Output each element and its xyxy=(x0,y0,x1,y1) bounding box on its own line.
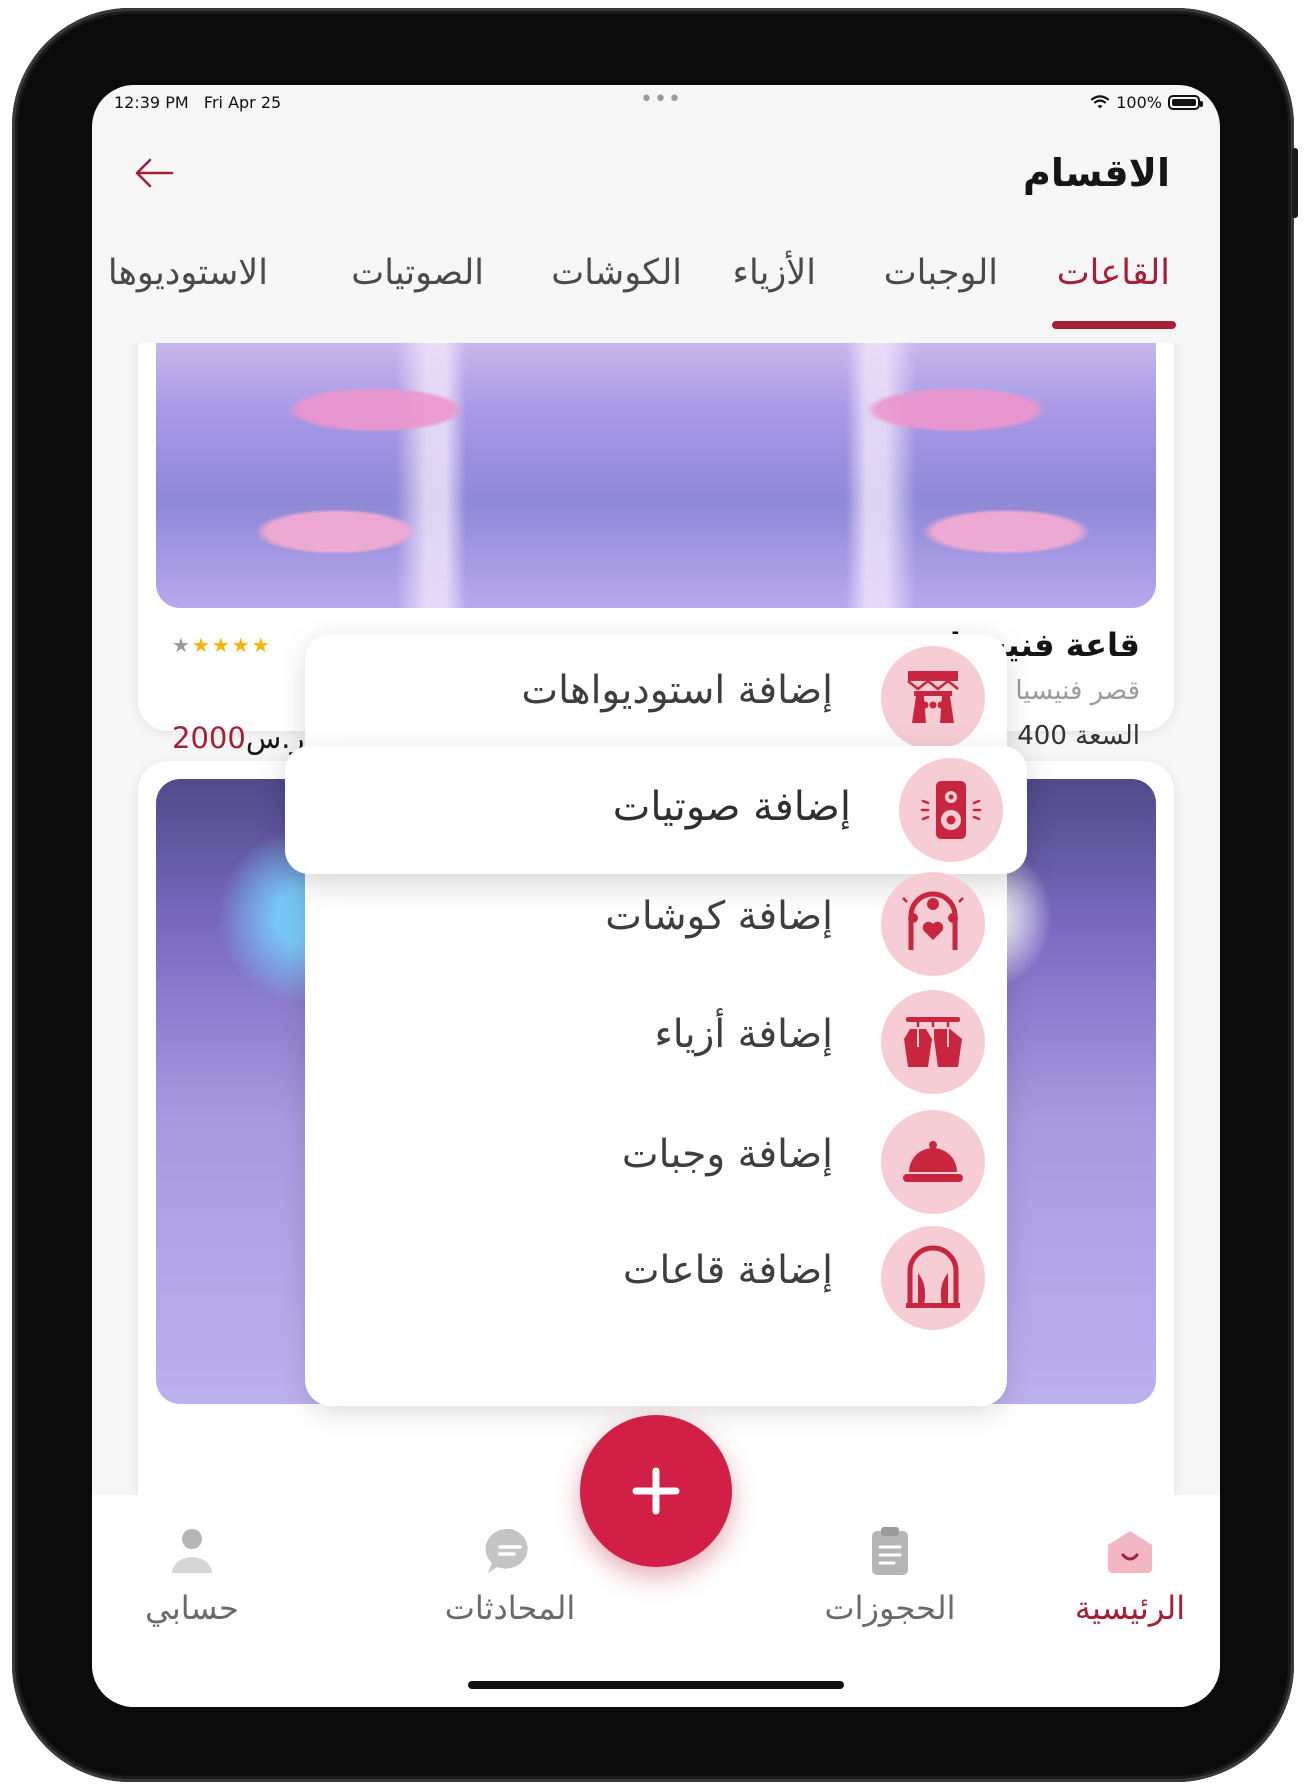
battery-percent: 100% xyxy=(1116,93,1162,112)
clipboard-icon xyxy=(872,1527,908,1575)
menu-item-add-sounds[interactable]: إضافة صوتيات xyxy=(285,746,1027,874)
speaker-icon xyxy=(899,758,1003,862)
kosha-icon xyxy=(881,872,985,976)
back-arrow-icon[interactable] xyxy=(132,153,176,193)
menu-item-label: إضافة كوشات xyxy=(605,894,833,939)
clothes-icon xyxy=(881,990,985,1094)
user-icon xyxy=(172,1529,212,1573)
home-icon xyxy=(1108,1531,1152,1573)
app-screen: 12:39 PM Fri Apr 25 ••• 100% الاقسام الق… xyxy=(92,85,1220,1707)
nav-bookings[interactable]: الحجوزات xyxy=(800,1523,980,1627)
tab-fashion[interactable]: الأزياء xyxy=(733,253,816,293)
tab-studios[interactable]: الاستوديوها xyxy=(108,253,268,293)
menu-item-add-fashion[interactable]: إضافة أزياء xyxy=(305,984,1007,1094)
tab-halls[interactable]: القاعات xyxy=(1057,253,1170,293)
hall-price: ر.س2000 xyxy=(172,721,305,755)
status-time: 12:39 PM Fri Apr 25 xyxy=(114,93,282,112)
studio-icon xyxy=(881,646,985,750)
menu-item-label: إضافة قاعات xyxy=(622,1248,833,1293)
nav-home[interactable]: الرئيسية xyxy=(1040,1523,1220,1627)
category-tabs: القاعات الوجبات الأزياء الكوشات الصوتيات… xyxy=(92,233,1220,333)
food-tray-icon xyxy=(881,1110,985,1214)
page-title: الاقسام xyxy=(1023,151,1170,195)
status-bar: 12:39 PM Fri Apr 25 ••• 100% xyxy=(92,85,1220,135)
header: الاقسام xyxy=(92,135,1220,215)
nav-chats[interactable]: المحادثات xyxy=(420,1523,600,1627)
multitask-dots[interactable]: ••• xyxy=(640,87,682,112)
tab-sounds[interactable]: الصوتيات xyxy=(351,253,484,293)
add-category-menu: إضافة استوديواهات إضافة صوتيات إضافة كوش… xyxy=(285,634,1027,1406)
home-indicator[interactable] xyxy=(468,1681,844,1689)
tab-kosha[interactable]: الكوشات xyxy=(551,253,682,293)
battery-icon xyxy=(1168,95,1203,110)
wifi-icon xyxy=(1090,95,1110,109)
menu-item-add-halls[interactable]: إضافة قاعات xyxy=(305,1220,1007,1330)
add-fab-button[interactable] xyxy=(580,1415,732,1567)
hall-image xyxy=(156,343,1156,608)
tab-meals[interactable]: الوجبات xyxy=(884,253,998,293)
menu-item-add-kosha[interactable]: إضافة كوشات xyxy=(305,866,1007,976)
menu-item-add-meals[interactable]: إضافة وجبات xyxy=(305,1104,1007,1214)
chat-icon xyxy=(485,1528,528,1573)
active-tab-indicator xyxy=(1052,321,1176,329)
status-indicators: 100% xyxy=(1090,93,1203,112)
menu-item-label: إضافة صوتيات xyxy=(612,784,851,830)
rating-stars: ★★★★★ xyxy=(172,633,272,657)
hall-capacity: السعة 400 xyxy=(1017,721,1140,751)
menu-item-add-studios[interactable]: إضافة استوديواهات xyxy=(305,640,1007,750)
menu-item-label: إضافة وجبات xyxy=(621,1132,833,1177)
hall-icon xyxy=(881,1226,985,1330)
plus-icon xyxy=(632,1467,680,1515)
nav-account[interactable]: حسابي xyxy=(102,1523,282,1627)
menu-item-label: إضافة أزياء xyxy=(654,1012,833,1057)
hall-location: قصر فنيسيا xyxy=(987,676,1140,706)
menu-item-label: إضافة استوديواهات xyxy=(521,668,833,713)
volume-button xyxy=(1292,148,1298,218)
